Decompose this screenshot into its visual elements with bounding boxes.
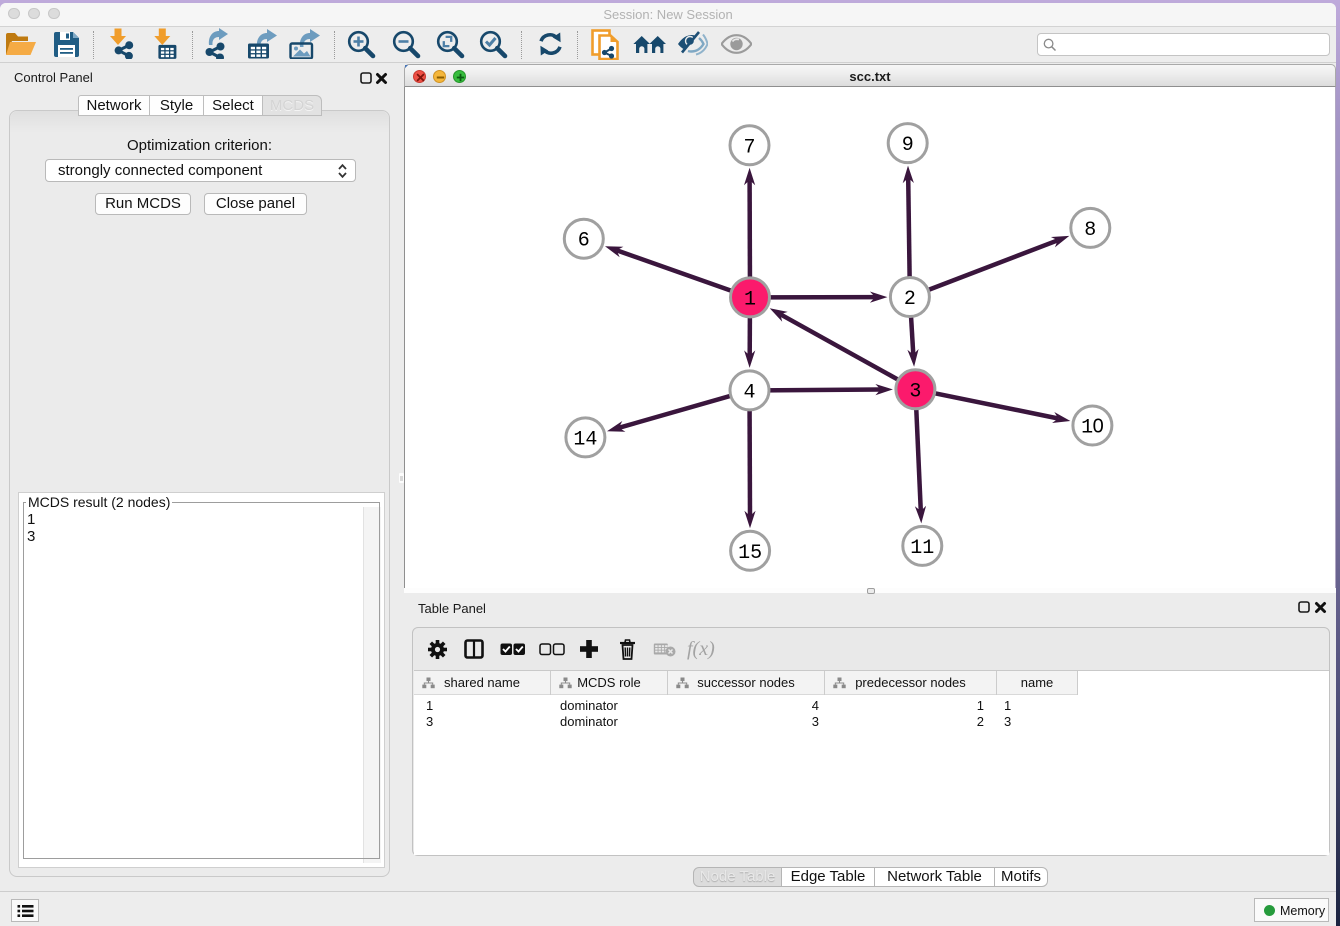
- svg-text:14: 14: [573, 428, 597, 451]
- svg-text:1: 1: [744, 288, 756, 311]
- svg-text:9: 9: [902, 134, 914, 157]
- svg-text:10: 10: [1081, 416, 1104, 440]
- svg-text:8: 8: [1084, 219, 1096, 242]
- svg-text:15: 15: [738, 542, 762, 565]
- svg-text:7: 7: [743, 136, 755, 159]
- svg-text:2: 2: [904, 288, 916, 311]
- svg-text:11: 11: [910, 537, 934, 560]
- svg-text:6: 6: [578, 230, 590, 253]
- svg-text:4: 4: [743, 381, 755, 404]
- svg-text:3: 3: [909, 380, 921, 403]
